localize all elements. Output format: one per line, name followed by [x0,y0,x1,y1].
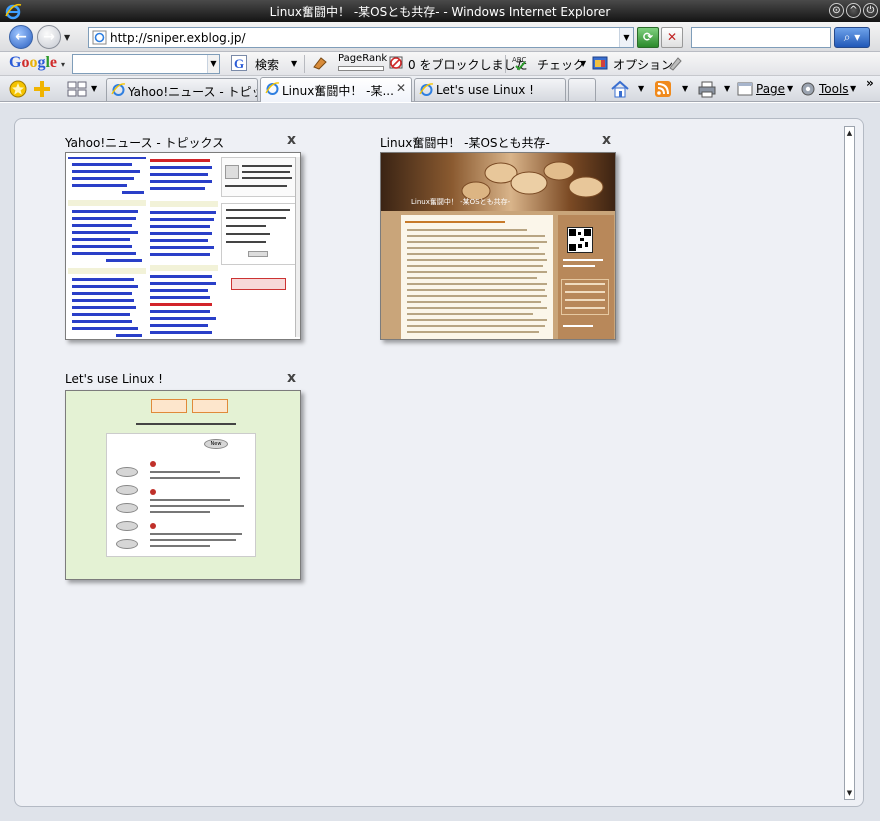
thumbnail-title: Let's use Linux ! [65,372,163,386]
options-label[interactable]: オプション [613,56,673,73]
maximize-button[interactable]: ^ [846,3,861,18]
google-logo[interactable]: Google ▾ [9,54,65,72]
minimize-button[interactable]: ⊙ [829,3,844,18]
tab-row: ▼ Yahoo!ニュース - トピックス Linux奮闘中！ -某... ✕ L… [0,76,880,102]
tab-yahoo[interactable]: Yahoo!ニュース - トピックス [106,78,258,101]
print-dropdown-icon[interactable]: ▼ [724,84,730,93]
scroll-down-arrow-icon[interactable]: ▼ [845,787,854,799]
tab-lets-use-linux[interactable]: Let's use Linux ! [414,78,566,101]
favorites-star-icon[interactable] [9,80,27,98]
search-input[interactable] [691,27,831,48]
thumbnail-preview-yahoo[interactable] [65,152,301,340]
page-menu-icon[interactable] [737,80,753,98]
blog-header-text: Linux奮闘中！ -某OSとも共存- [411,198,511,206]
forward-button[interactable]: → [37,25,61,49]
tools-menu-label[interactable]: Tools [819,82,849,96]
google-search-dropdown-icon[interactable]: ▼ [207,55,219,73]
tab-label: Linux奮闘中！ -某... [282,84,394,98]
address-bar: ← → ▼ ▼ ⟳ ✕ ⌕ ▾ [0,22,880,52]
new-badge: New [204,439,228,449]
close-tab-icon[interactable]: ✕ [396,81,406,95]
ie-page-icon [111,83,126,96]
content-area: Yahoo!ニュース - トピックス x Linux奮闘中！ -某OSとも共存-… [0,103,880,821]
url-input[interactable] [110,29,610,46]
pagerank-bar [338,66,384,71]
url-dropdown-icon[interactable]: ▼ [619,28,633,47]
page-menu-label[interactable]: Page [756,82,785,96]
thumbnail-title: Yahoo!ニュース - トピックス [65,136,225,150]
check-dropdown-icon[interactable]: ▼ [580,59,586,68]
search-icon: ⌕ ▾ [843,30,861,44]
close-thumbnail-icon[interactable]: x [287,370,296,386]
page-icon [92,30,107,45]
google-toolbar: Google ▾ ▼ G 検索 ▼ PageRank 0 をブロックしました A… [0,52,880,76]
tab-label: Let's use Linux ! [436,83,534,97]
google-g-icon[interactable]: G [231,55,247,71]
bookmark-icon[interactable] [312,55,328,71]
history-dropdown-icon[interactable]: ▼ [64,33,70,42]
highlighter-icon[interactable] [667,55,683,71]
tab-list-dropdown-icon[interactable]: ▼ [91,84,97,93]
pagerank-widget[interactable]: PageRank [338,53,388,74]
linux-nav-button [116,503,138,513]
options-icon[interactable] [592,55,608,71]
close-window-button[interactable]: ⏻ [863,3,878,18]
refresh-button[interactable]: ⟳ [637,27,659,48]
google-search-dropdown-arrow[interactable]: ▼ [291,59,297,68]
thumbnail-preview-linux[interactable]: New [65,390,301,580]
feeds-dropdown-icon[interactable]: ▼ [682,84,688,93]
vertical-scrollbar[interactable]: ▲ ▼ [844,126,855,800]
window-title: Linux奮闘中！ -某OSとも共存- - Windows Internet E… [269,5,611,19]
linux-nav-button [116,467,138,477]
google-menu-dropdown-icon[interactable]: ▾ [61,60,65,69]
svg-text:G: G [234,56,244,71]
quick-tab-thumbnail[interactable]: Linux奮闘中！ -某OSとも共存- x Linux奮闘中！ -某OSとも共存… [380,132,616,342]
close-thumbnail-icon[interactable]: x [602,132,611,148]
page-dropdown-icon[interactable]: ▼ [787,84,793,93]
ie-page-icon [419,83,434,96]
pagerank-label: PageRank [338,53,388,64]
title-bar: Linux奮闘中！ -某OSとも共存- - Windows Internet E… [0,0,880,22]
home-dropdown-icon[interactable]: ▼ [638,84,644,93]
google-search-input[interactable]: ▼ [72,54,220,74]
close-thumbnail-icon[interactable]: x [287,132,296,148]
toolbar-separator [304,55,305,73]
check-label[interactable]: チェック [537,56,585,73]
quick-tab-thumbnail[interactable]: Yahoo!ニュース - トピックス x [65,132,301,342]
url-box[interactable]: ▼ [88,27,634,48]
linux-nav-button [116,539,138,549]
qr-code-icon [569,229,591,251]
tab-linux-funto[interactable]: Linux奮闘中！ -某... ✕ [260,77,412,102]
toolbar-overflow-chevron-icon[interactable]: » [866,76,874,90]
linux-nav-button [116,521,138,531]
google-search-label[interactable]: 検索 [255,56,279,73]
new-tab-button[interactable] [568,78,596,101]
quick-tabs-icon[interactable] [67,80,87,98]
thumbnail-title: Linux奮闘中！ -某OSとも共存- [380,136,550,150]
popup-blocker-icon[interactable] [388,55,404,71]
tools-gear-icon[interactable] [799,80,817,98]
tools-dropdown-icon[interactable]: ▼ [850,84,856,93]
back-button[interactable]: ← [9,25,33,49]
add-favorites-icon[interactable] [33,80,51,98]
linux-nav-button [116,485,138,495]
feeds-icon[interactable] [654,80,672,98]
print-icon[interactable] [697,80,717,98]
tab-label: Yahoo!ニュース - トピックス [128,85,257,99]
quick-tabs-panel: Yahoo!ニュース - トピックス x Linux奮闘中！ -某OSとも共存-… [14,118,864,807]
quick-tab-thumbnail[interactable]: Let's use Linux ! x New [65,370,301,582]
search-button[interactable]: ⌕ ▾ [834,27,870,48]
home-icon[interactable] [610,80,630,98]
scroll-up-arrow-icon[interactable]: ▲ [845,127,854,139]
toolbar-separator [505,55,506,73]
popup-blocked-count[interactable]: 0 をブロックしました [408,56,527,73]
thumbnail-preview-blog[interactable]: Linux奮闘中！ -某OSとも共存- [380,152,616,340]
stop-button[interactable]: ✕ [661,27,683,48]
ie-page-icon [265,82,280,95]
spellcheck-icon[interactable]: ABC [512,55,528,71]
